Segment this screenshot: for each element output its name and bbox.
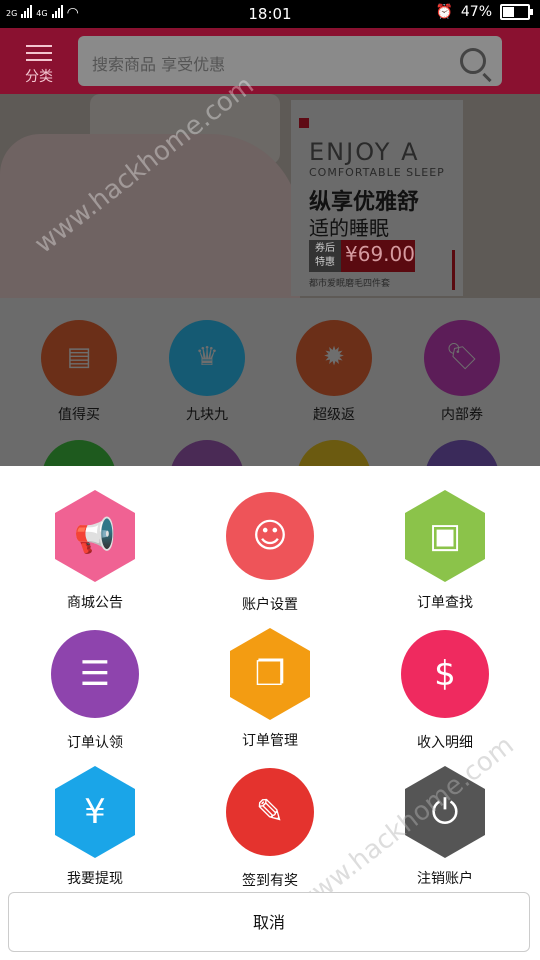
category-label: 值得买 [58,407,100,423]
menu-item-label: 订单查找 [417,595,473,611]
shop-icon: ▤ [41,320,117,396]
promo-subtitle-en: COMFORTABLE SLEEP [309,166,445,179]
search-bar[interactable]: 搜索商品 享受优惠 [78,36,502,86]
search-placeholder: 搜索商品 享受优惠 [92,55,226,74]
photos-icon: ❐ [230,628,310,720]
pencil-icon: ✎ [226,768,314,856]
menu-item-deactivate[interactable]: ⏻ 注销账户 [365,766,525,888]
menu-item-checkin[interactable]: ✎ 签到有奖 [190,766,350,890]
tag-icon: 🏷 [424,320,500,396]
menu-item-label: 我要提现 [67,871,123,887]
menu-item-account-settings[interactable]: ☺ 账户设置 [190,490,350,614]
price-tag: 券后 特惠 [309,240,341,272]
battery-percent: 47% [460,4,492,20]
price-block: 券后 特惠 ¥69.00 [309,240,415,272]
menu-item-order-claim[interactable]: ☰ 订单认领 [15,628,175,752]
category-item[interactable]: ▤ 值得买 [39,320,119,424]
price: ¥69.00 [345,242,415,266]
menu-icon [26,45,52,61]
menu-item-label: 收入明细 [417,735,473,751]
promo-card: ENJOY A COMFORTABLE SLEEP 纵享优雅舒 适的睡眠 券后 … [291,100,463,296]
app-header: 分类 搜索商品 享受优惠 [0,28,540,94]
bedding-image [0,134,300,298]
status-bar: 2G 4G ◠ 18:01 ⏰ 47% [0,0,540,28]
battery-icon [500,4,533,20]
accent-square [299,118,309,128]
crown-icon: ♛ [169,320,245,396]
user-icon: ☺ [226,492,314,580]
category-label: 分类 [25,69,53,85]
menu-item-announcement[interactable]: 📢 商城公告 [15,490,175,612]
category-item[interactable]: 🏷 内部券 [422,320,502,424]
menu-item-label: 订单认领 [67,735,123,751]
menu-item-label: 签到有奖 [242,873,298,889]
document-icon: ☰ [51,630,139,718]
promo-title-en: ENJOY A [309,138,420,166]
menu-item-label: 订单管理 [242,733,298,749]
sale-icon: ✹ [296,320,372,396]
menu-item-label: 商城公告 [67,595,123,611]
menu-item-order-search[interactable]: ▣ 订单查找 [365,490,525,612]
promo-banner[interactable]: ENJOY A COMFORTABLE SLEEP 纵享优雅舒 适的睡眠 券后 … [0,94,540,298]
product-name: 都市爱眠磨毛四件套 [309,279,391,289]
menu-item-order-manage[interactable]: ❐ 订单管理 [190,628,350,750]
category-item[interactable]: ✹ 超级返 [294,320,374,424]
menu-item-withdraw[interactable]: ¥ 我要提现 [15,766,175,888]
menu-item-label: 账户设置 [242,597,298,613]
category-button[interactable]: 分类 [16,40,62,86]
category-row: ▤ 值得买 ♛ 九块九 ✹ 超级返 🏷 内部券 [0,298,540,514]
accent-bar [452,250,455,290]
alarm-icon: ⏰ [435,4,453,20]
action-sheet: 📢 商城公告 ☺ 账户设置 ▣ 订单查找 ☰ 订单认领 ❐ 订单管理 $ 收入明… [0,466,540,960]
power-icon: ⏻ [405,766,485,858]
category-label: 超级返 [313,407,355,423]
search-photo-icon: ▣ [405,490,485,582]
category-item[interactable]: ♛ 九块九 [167,320,247,424]
ledger-icon: $ [401,630,489,718]
menu-item-income-details[interactable]: $ 收入明细 [365,628,525,752]
megaphone-icon: 📢 [55,490,135,582]
menu-item-label: 注销账户 [417,871,473,887]
category-label: 内部券 [441,407,483,423]
search-icon[interactable] [460,48,486,74]
yen-icon: ¥ [55,766,135,858]
cancel-button[interactable]: 取消 [8,892,530,952]
category-label: 九块九 [186,407,228,423]
promo-title-cn-2: 适的睡眠 [309,216,389,240]
